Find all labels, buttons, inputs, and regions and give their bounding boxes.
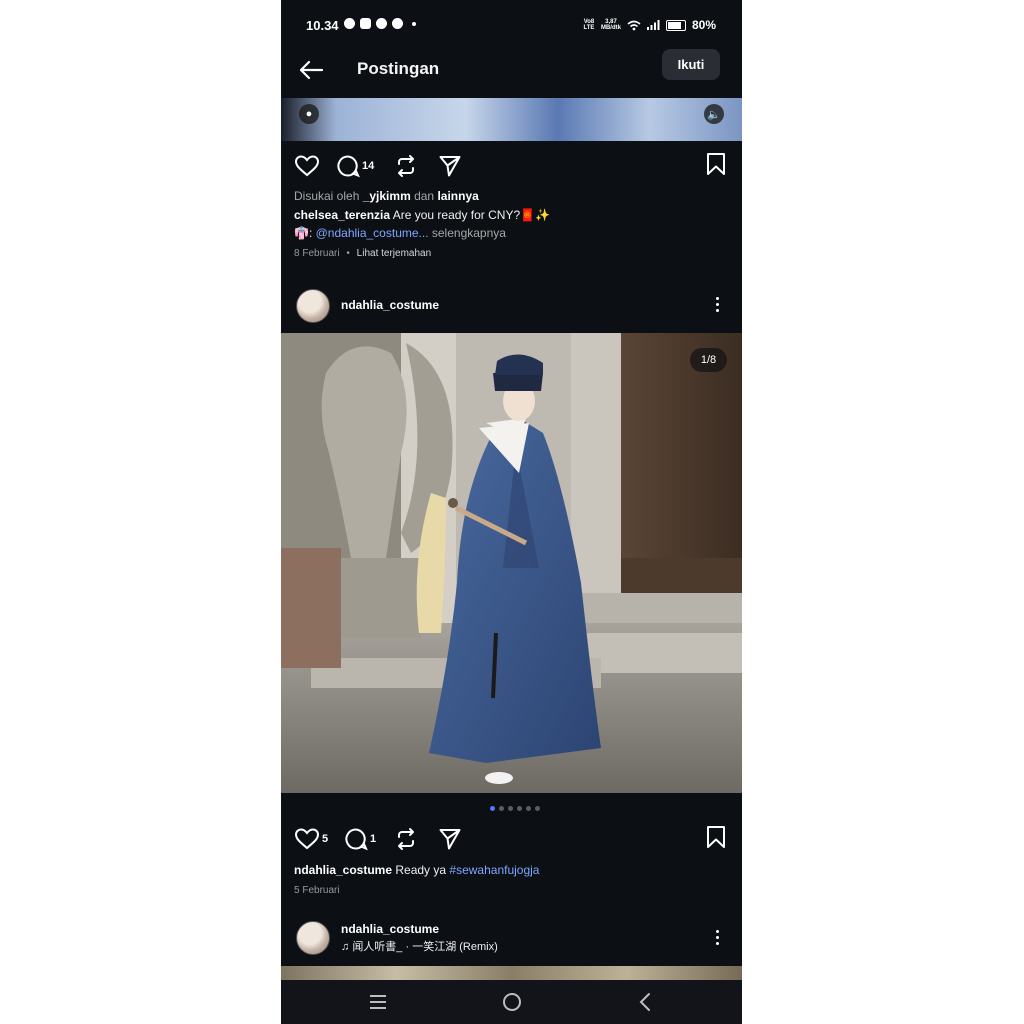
meta-separator: •: [346, 248, 350, 259]
kimono-emoji: 👘: [294, 226, 309, 240]
post2-caption: ndahlia_costume Ready ya #sewahanfujogja: [294, 862, 539, 879]
notification-icons: [344, 18, 416, 29]
wifi-icon: [627, 20, 641, 30]
share-icon[interactable]: [438, 827, 462, 851]
caption-text: Are you ready for CNY?: [390, 208, 521, 222]
post-date: 5 Februari: [294, 885, 340, 896]
avatar[interactable]: [296, 289, 330, 323]
hanfu-photo-illustration: [281, 333, 742, 793]
comment-group[interactable]: 1: [344, 827, 376, 851]
status-right-group: Vo8 LTE 3,87 MB/dtk 80%: [583, 18, 716, 32]
more-link[interactable]: selengkapnya: [429, 226, 506, 240]
network-type-label: Vo8 LTE: [583, 19, 595, 31]
bookmark-icon[interactable]: [706, 825, 726, 849]
bookmark-icon[interactable]: [706, 152, 726, 176]
caption-text: Ready ya: [392, 863, 450, 877]
comment-group[interactable]: 14: [336, 154, 374, 178]
arrow-left-icon[interactable]: [298, 60, 324, 80]
system-navigation-bar: [281, 980, 742, 1024]
more-options-icon[interactable]: [716, 297, 720, 312]
music-note-icon: ♫: [341, 941, 350, 953]
caption-colon: :: [308, 226, 316, 240]
avatar[interactable]: [296, 921, 330, 955]
post-username[interactable]: ndahlia_costume: [341, 298, 439, 312]
caption-emojis: 🧧✨: [520, 208, 551, 222]
carousel-dot: [535, 806, 540, 811]
mention-link[interactable]: @ndahlia_costume...: [316, 226, 429, 240]
heart-icon[interactable]: [294, 154, 320, 178]
network-speed-unit: MB/dtk: [600, 25, 621, 31]
recent-apps-icon[interactable]: [369, 994, 387, 1010]
translate-link[interactable]: Lihat terjemahan: [357, 248, 432, 259]
app-notification-icon: [360, 18, 371, 29]
facebook-notification-icon: [392, 18, 403, 29]
carousel-dot: [508, 806, 513, 811]
post1-caption-line2: 👘: @ndahlia_costume... selengkapnya: [294, 225, 506, 242]
carousel-dot: [490, 806, 495, 811]
post1-caption: chelsea_terenzia Are you ready for CNY?🧧…: [294, 207, 550, 224]
signal-icon: [646, 20, 660, 30]
like-group[interactable]: 5: [294, 827, 328, 851]
volume-icon[interactable]: 🔈: [704, 104, 724, 124]
facebook-notification-icon: [344, 18, 355, 29]
tagged-user-icon[interactable]: ●: [299, 104, 319, 124]
share-icon[interactable]: [438, 154, 462, 178]
phone-screen: 10.34 Vo8 LTE 3,87 MB/dtk 80% Postingan: [281, 0, 742, 1024]
caption-author[interactable]: chelsea_terenzia: [294, 208, 390, 222]
post-username[interactable]: ndahlia_costume: [341, 922, 439, 936]
battery-percent: 80%: [691, 18, 716, 32]
music-title[interactable]: 闻人听書_ · 一笑江湖 (Remix): [352, 941, 497, 953]
image-counter: 1/8: [690, 348, 727, 372]
carousel-pager: [490, 806, 540, 811]
liked-by-line: Disukai oleh _yjkimm dan lainnya: [294, 188, 479, 205]
post-photo[interactable]: [281, 333, 742, 793]
more-options-icon[interactable]: [716, 930, 720, 945]
next-post-media[interactable]: [281, 966, 742, 980]
like-count: 5: [322, 833, 329, 845]
previous-post-media[interactable]: [281, 98, 742, 141]
back-icon[interactable]: [638, 992, 652, 1012]
facebook-notification-icon: [376, 18, 387, 29]
hashtag-link[interactable]: #sewahanfujogja: [449, 863, 539, 877]
more-notifications-dot-icon: [412, 22, 416, 26]
status-time: 10.34: [306, 18, 339, 33]
comment-count: 1: [370, 833, 377, 845]
carousel-dot: [499, 806, 504, 811]
heart-icon[interactable]: [294, 827, 320, 851]
network-speed: 3,87 MB/dtk: [601, 19, 621, 31]
post1-meta: 8 Februari • Lihat terjemahan: [294, 248, 431, 259]
liked-by-others[interactable]: lainnya: [437, 189, 478, 203]
battery-icon: [665, 19, 686, 31]
repost-icon[interactable]: [394, 827, 418, 851]
home-icon[interactable]: [502, 992, 522, 1012]
liked-by-prefix: Disukai oleh: [294, 189, 363, 203]
follow-button[interactable]: Ikuti: [662, 49, 720, 80]
liked-by-user[interactable]: _yjkimm: [363, 189, 411, 203]
music-line[interactable]: ♫ 闻人听書_ · 一笑江湖 (Remix): [341, 939, 498, 956]
comment-icon[interactable]: [336, 154, 360, 178]
caption-author[interactable]: ndahlia_costume: [294, 863, 392, 877]
post-date: 8 Februari: [294, 248, 340, 259]
liked-by-mid: dan: [410, 189, 438, 203]
repost-icon[interactable]: [394, 154, 418, 178]
comment-icon[interactable]: [344, 827, 368, 851]
carousel-dot: [517, 806, 522, 811]
comment-count: 14: [362, 160, 375, 172]
carousel-dot: [526, 806, 531, 811]
page-title: Postingan: [357, 59, 440, 78]
